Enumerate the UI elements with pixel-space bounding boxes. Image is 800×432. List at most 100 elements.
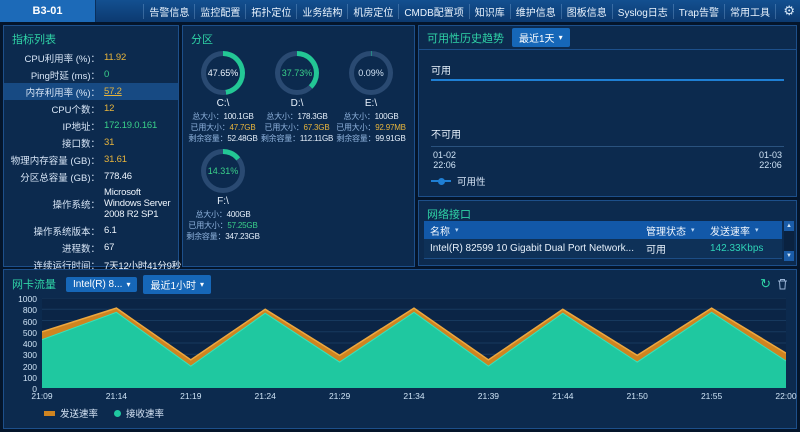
x-tick-label: 21:44 [552,391,573,401]
partition-name: F:\ [217,196,229,207]
interfaces-table-header: 名称▾ 管理状态▾ 发送速率▾ [424,221,782,239]
partition-percent: 37.73% [282,68,313,78]
metric-value: 12 [100,103,176,114]
legend-send[interactable]: 发送速率 [44,406,98,420]
availability-header: 可用性历史趋势 最近1天 ▾ [419,26,796,50]
metric-row-total-capacity: 分区总容量 (GB)： 778.46 [4,168,178,185]
trash-icon[interactable] [777,278,788,290]
metric-label: CPU利用率 (%)： [6,51,100,65]
metric-row-ping: Ping时延 (ms)： 0 [4,66,178,83]
column-header-status[interactable]: 管理状态▾ [640,223,704,238]
x-tick-label: 21:09 [31,391,52,401]
metric-row-ip: IP地址： 172.19.0.161 [4,117,178,134]
partition-free: 剩余容量：99.91GB [336,133,405,144]
nav-item-dashboard-info[interactable]: 图板信息 [562,4,613,19]
metric-value: 67 [100,242,176,253]
availability-down-label: 不可用 [431,126,461,141]
scroll-up-icon[interactable]: ▲ [784,221,794,231]
partitions-grid: 47.65% C:\ 总大小：100.1GB 已用大小：47.7GB 剩余容量：… [183,49,414,245]
partition-gauge: 0.09% [349,51,393,95]
interface-row[interactable]: Intel(R) 82599 10 Gigabit Dual Port Netw… [424,239,782,259]
filter-chevron-icon[interactable]: ▾ [455,226,459,234]
availability-legend[interactable]: 可用性 [431,174,796,188]
x-tick-label: 21:55 [701,391,722,401]
legend-recv[interactable]: 接收速率 [114,406,164,420]
availability-up-label: 可用 [431,62,451,77]
metric-value: 172.19.0.161 [100,120,176,131]
interface-rate: 142.33Kbps [704,243,782,254]
interface-name: Intel(R) 82599 10 Gigabit Dual Port Netw… [424,243,640,254]
traffic-area-chart [42,298,786,388]
metric-row-mem-util[interactable]: 内存利用率 (%)： 57.2 [4,83,178,100]
partition-d: 37.73% D:\ 总大小：178.3GB 已用大小：67.3GB 剩余容量：… [260,49,334,144]
host-tab[interactable]: B3-01 [0,0,96,22]
traffic-panel: 网卡流量 Intel(R) 8... ▾ 最近1小时 ▾ ↻ 100080060… [3,269,797,429]
column-header-rate[interactable]: 发送速率▾ [704,223,782,238]
metric-value: 31.61 [100,154,176,165]
partition-free: 剩余容量：112.11GB [261,133,333,144]
metric-value: 6.1 [100,225,176,236]
scrollbar[interactable]: ▲ ▼ [784,221,794,261]
nav-item-syslog[interactable]: Syslog日志 [613,4,674,19]
traffic-legend: 发送速率 接收速率 [44,406,164,420]
nav-item-trap[interactable]: Trap告警 [674,4,725,19]
availability-axis-start: 01-02 22:06 [433,150,456,170]
metric-value: 11.92 [100,52,176,63]
interface-status: 可用 [640,241,704,256]
traffic-range-dropdown[interactable]: 最近1小时 ▾ [143,275,211,294]
partition-total: 总大小：400GB [195,209,250,220]
y-tick-label: 400 [23,339,37,349]
nav-item-datacenter[interactable]: 机房定位 [348,4,399,19]
partitions-title: 分区 [183,26,414,49]
metrics-title: 指标列表 [4,26,178,49]
partition-used: 已用大小：47.7GB [191,122,256,133]
partition-name: E:\ [365,98,377,109]
nav-item-topology[interactable]: 拓扑定位 [246,4,297,19]
nic-select-dropdown[interactable]: Intel(R) 8... ▾ [66,277,137,292]
x-tick-label: 21:34 [403,391,424,401]
metric-value: 31 [100,137,176,148]
metric-label: Ping时延 (ms)： [6,68,100,82]
metric-row-if-count: 接口数： 31 [4,134,178,151]
column-header-name[interactable]: 名称▾ [424,223,640,238]
gear-icon[interactable]: ⚙ [783,0,795,22]
chevron-down-icon: ▾ [126,280,130,289]
x-tick-label: 22:00 [775,391,796,401]
partition-used: 已用大小：57.25GB [188,220,257,231]
interfaces-table: 名称▾ 管理状态▾ 发送速率▾ Intel(R) 82599 10 Gigabi… [424,221,782,259]
partition-percent: 47.65% [208,68,239,78]
filter-chevron-icon[interactable]: ▾ [755,226,759,234]
nav-item-cmdb[interactable]: CMDB配置项 [399,4,469,19]
plot-area [42,298,786,388]
refresh-icon[interactable]: ↻ [760,276,771,292]
y-tick-label: 500 [23,328,37,338]
partition-used: 已用大小：67.3GB [265,122,330,133]
metric-value-link[interactable]: 57.2 [100,86,176,97]
metric-label: 物理内存容量 (GB)： [6,153,100,167]
nav-item-business[interactable]: 业务结构 [297,4,348,19]
nav-item-monitor-config[interactable]: 监控配置 [195,4,246,19]
traffic-header: 网卡流量 Intel(R) 8... ▾ 最近1小时 ▾ ↻ [4,270,796,294]
nav-item-knowledge[interactable]: 知识库 [470,4,511,19]
nav-item-maintenance[interactable]: 维护信息 [511,4,562,19]
partition-f: 14.31% F:\ 总大小：400GB 已用大小：57.25GB 剩余容量：3… [186,147,260,242]
nav-item-alerts[interactable]: 告警信息 [143,4,195,19]
nav-item-tools[interactable]: 常用工具 [725,4,776,19]
availability-range-dropdown[interactable]: 最近1天 ▾ [512,28,570,47]
scroll-down-icon[interactable]: ▼ [784,251,794,261]
partitions-panel: 分区 47.65% C:\ 总大小：100.1GB 已用大小：47.7GB 剩余… [182,25,415,267]
availability-title: 可用性历史趋势 [427,30,504,46]
traffic-range-value: 最近1小时 [150,277,196,292]
partition-e: 0.09% E:\ 总大小：100GB 已用大小：92.97MB 剩余容量：99… [334,49,408,144]
partition-total: 总大小：100.1GB [192,111,253,122]
interfaces-panel: 网络接口 名称▾ 管理状态▾ 发送速率▾ Intel(R) 82599 10 G… [418,200,797,266]
partition-free: 剩余容量：52.48GB [188,133,257,144]
metric-label: 操作系统版本： [6,224,100,238]
x-tick-label: 21:29 [329,391,350,401]
partition-gauge: 47.65% [201,51,245,95]
partition-name: C:\ [217,98,230,109]
metric-label: 分区总容量 (GB)： [6,170,100,184]
metric-row-process-count: 进程数： 67 [4,239,178,256]
filter-chevron-icon[interactable]: ▾ [691,226,695,234]
partition-percent: 14.31% [208,166,239,176]
